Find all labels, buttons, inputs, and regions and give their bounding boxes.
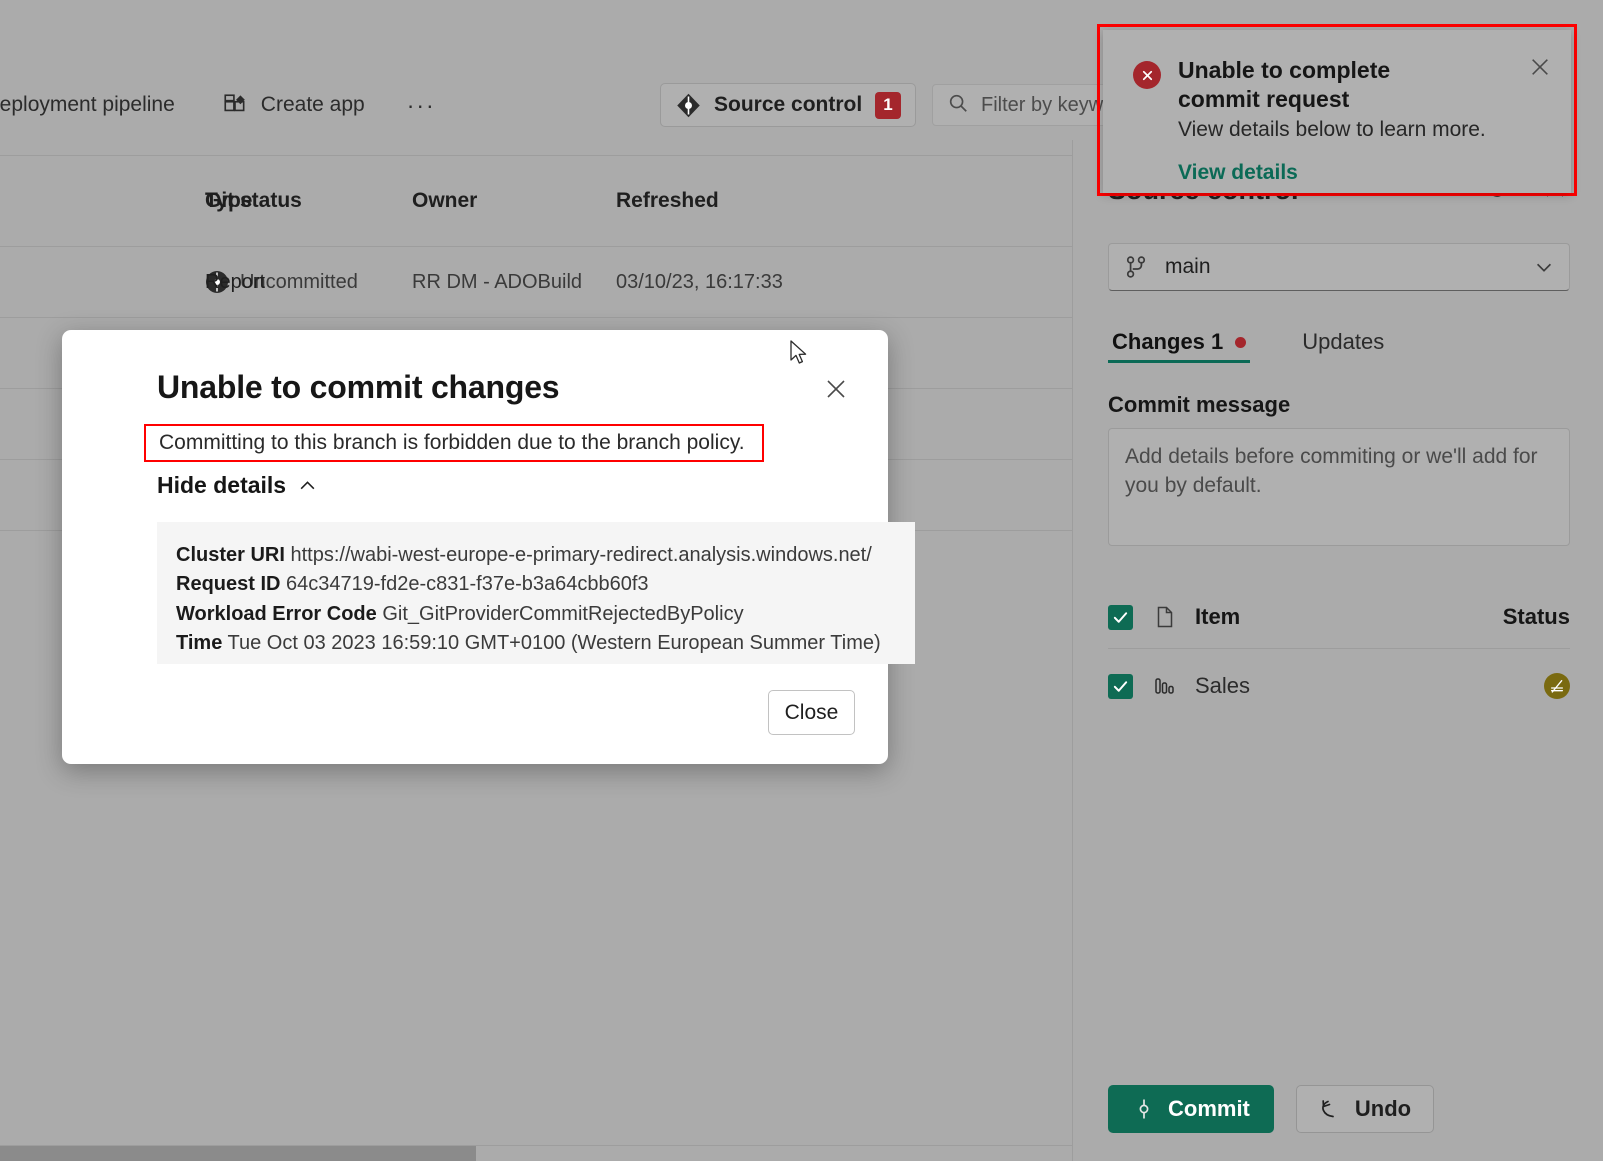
commit-error-toast-highlight: Unable to complete commit request View d… xyxy=(1097,24,1577,196)
column-header-owner[interactable]: Owner xyxy=(412,189,616,213)
source-control-icon xyxy=(675,92,702,119)
column-header-git-status[interactable]: Git status xyxy=(0,189,205,213)
commit-message-input[interactable]: Add details before commiting or we'll ad… xyxy=(1108,428,1570,546)
chevron-up-icon xyxy=(298,476,317,495)
branch-icon xyxy=(1123,254,1149,280)
detail-label: Workload Error Code xyxy=(176,603,377,625)
close-icon xyxy=(824,377,848,401)
toolbar-create-app-label: Create app xyxy=(261,93,365,117)
changes-list-header: Item Status xyxy=(1108,590,1570,644)
panel-tabs: Changes 1 Updates xyxy=(1108,315,1570,369)
column-header-refreshed[interactable]: Refreshed xyxy=(616,189,866,213)
list-item[interactable]: Sales xyxy=(1108,658,1570,714)
detail-value: Git_GitProviderCommitRejectedByPolicy xyxy=(382,603,743,625)
horizontal-scrollbar[interactable] xyxy=(0,1145,1072,1161)
report-bars-icon xyxy=(1133,674,1181,698)
horizontal-scrollbar-thumb[interactable] xyxy=(0,1146,476,1161)
table-row[interactable]: Uncommitted Report RR DM - ADOBuild 03/1… xyxy=(0,247,1072,317)
error-icon xyxy=(1133,61,1161,89)
table-header-row: Git status Type Owner Refreshed xyxy=(0,156,1072,246)
commit-button[interactable]: Commit xyxy=(1108,1085,1274,1133)
undo-button[interactable]: Undo xyxy=(1296,1085,1434,1133)
toolbar-deployment-pipeline[interactable]: deployment pipeline xyxy=(0,93,175,117)
create-app-icon xyxy=(222,92,248,118)
view-details-link[interactable]: View details xyxy=(1178,161,1298,185)
dialog-close-button[interactable]: Close xyxy=(768,690,855,735)
detail-value: https://wabi-west-europe-e-primary-redir… xyxy=(290,544,871,566)
detail-label: Time xyxy=(176,632,222,654)
changes-indicator-dot xyxy=(1235,337,1246,348)
detail-row: Time Tue Oct 03 2023 16:59:10 GMT+0100 (… xyxy=(176,629,896,658)
toolbar-create-app[interactable]: Create app xyxy=(222,92,365,118)
close-icon xyxy=(1529,56,1551,78)
commit-message-placeholder: Add details before commiting or we'll ad… xyxy=(1125,443,1553,501)
source-control-badge: 1 xyxy=(875,92,901,119)
detail-value: Tue Oct 03 2023 16:59:10 GMT+0100 (Weste… xyxy=(228,632,881,654)
toast-close-button[interactable] xyxy=(1523,50,1557,84)
commit-button-label: Commit xyxy=(1168,1096,1250,1122)
dialog-details-panel: Cluster URI https://wabi-west-europe-e-p… xyxy=(157,522,915,664)
list-column-item: Item xyxy=(1181,604,1503,630)
toast-title: Unable to complete commit request xyxy=(1178,56,1478,114)
tab-updates[interactable]: Updates xyxy=(1298,315,1388,369)
commit-error-toast: Unable to complete commit request View d… xyxy=(1103,30,1571,193)
tab-updates-label: Updates xyxy=(1302,329,1384,355)
hide-details-toggle[interactable]: Hide details xyxy=(157,472,317,499)
commit-icon xyxy=(1132,1097,1156,1121)
source-control-button[interactable]: Source control 1 xyxy=(660,83,916,127)
conflict-icon xyxy=(1544,673,1570,699)
dialog-close-icon-button[interactable] xyxy=(818,371,854,407)
toast-subtitle: View details below to learn more. xyxy=(1178,118,1547,142)
detail-row: Request ID 64c34719-fd2e-c831-f37e-b3a64… xyxy=(176,570,896,599)
hide-details-label: Hide details xyxy=(157,472,286,499)
undo-button-label: Undo xyxy=(1355,1096,1411,1122)
chevron-down-icon xyxy=(1533,256,1555,278)
detail-label: Request ID xyxy=(176,573,280,595)
list-item-name: Sales xyxy=(1181,673,1544,699)
detail-label: Cluster URI xyxy=(176,544,285,566)
toast-body: Unable to complete commit request View d… xyxy=(1178,56,1547,193)
dialog-message-highlight: Committing to this branch is forbidden d… xyxy=(144,424,764,462)
list-column-status: Status xyxy=(1503,604,1570,630)
detail-row: Workload Error Code Git_GitProviderCommi… xyxy=(176,600,896,629)
commit-message-label: Commit message xyxy=(1108,392,1290,418)
search-icon xyxy=(947,92,969,119)
detail-value: 64c34719-fd2e-c831-f37e-b3a64cbb60f3 xyxy=(286,573,649,595)
dialog-title: Unable to commit changes xyxy=(157,369,559,406)
tab-changes[interactable]: Changes 1 xyxy=(1108,315,1250,369)
item-checkbox[interactable] xyxy=(1108,674,1133,699)
dialog-message: Committing to this branch is forbidden d… xyxy=(159,431,745,455)
cell-type: Report xyxy=(205,271,412,294)
cell-git-status: Uncommitted xyxy=(0,270,205,294)
source-control-button-label: Source control xyxy=(714,93,863,117)
select-all-checkbox[interactable] xyxy=(1108,605,1133,630)
column-header-type[interactable]: Type xyxy=(205,189,412,213)
app-root: deployment pipeline Create app ··· xyxy=(0,0,1603,1161)
branch-name: main xyxy=(1165,255,1517,279)
tab-changes-label: Changes 1 xyxy=(1112,329,1223,355)
panel-action-bar: Commit Undo xyxy=(1108,1085,1434,1133)
unable-to-commit-dialog: Unable to commit changes Committing to t… xyxy=(62,330,888,764)
changes-list-divider xyxy=(1108,648,1570,649)
file-icon xyxy=(1133,605,1181,629)
undo-icon xyxy=(1319,1097,1343,1121)
toolbar-more-button[interactable]: ··· xyxy=(407,99,436,111)
branch-selector[interactable]: main xyxy=(1108,243,1570,291)
source-control-panel: Source control xyxy=(1072,140,1603,1161)
toolbar-deployment-pipeline-label: deployment pipeline xyxy=(0,93,175,117)
cell-owner: RR DM - ADOBuild xyxy=(412,271,616,294)
detail-row: Cluster URI https://wabi-west-europe-e-p… xyxy=(176,541,896,570)
cell-refreshed: 03/10/23, 16:17:33 xyxy=(616,271,866,294)
